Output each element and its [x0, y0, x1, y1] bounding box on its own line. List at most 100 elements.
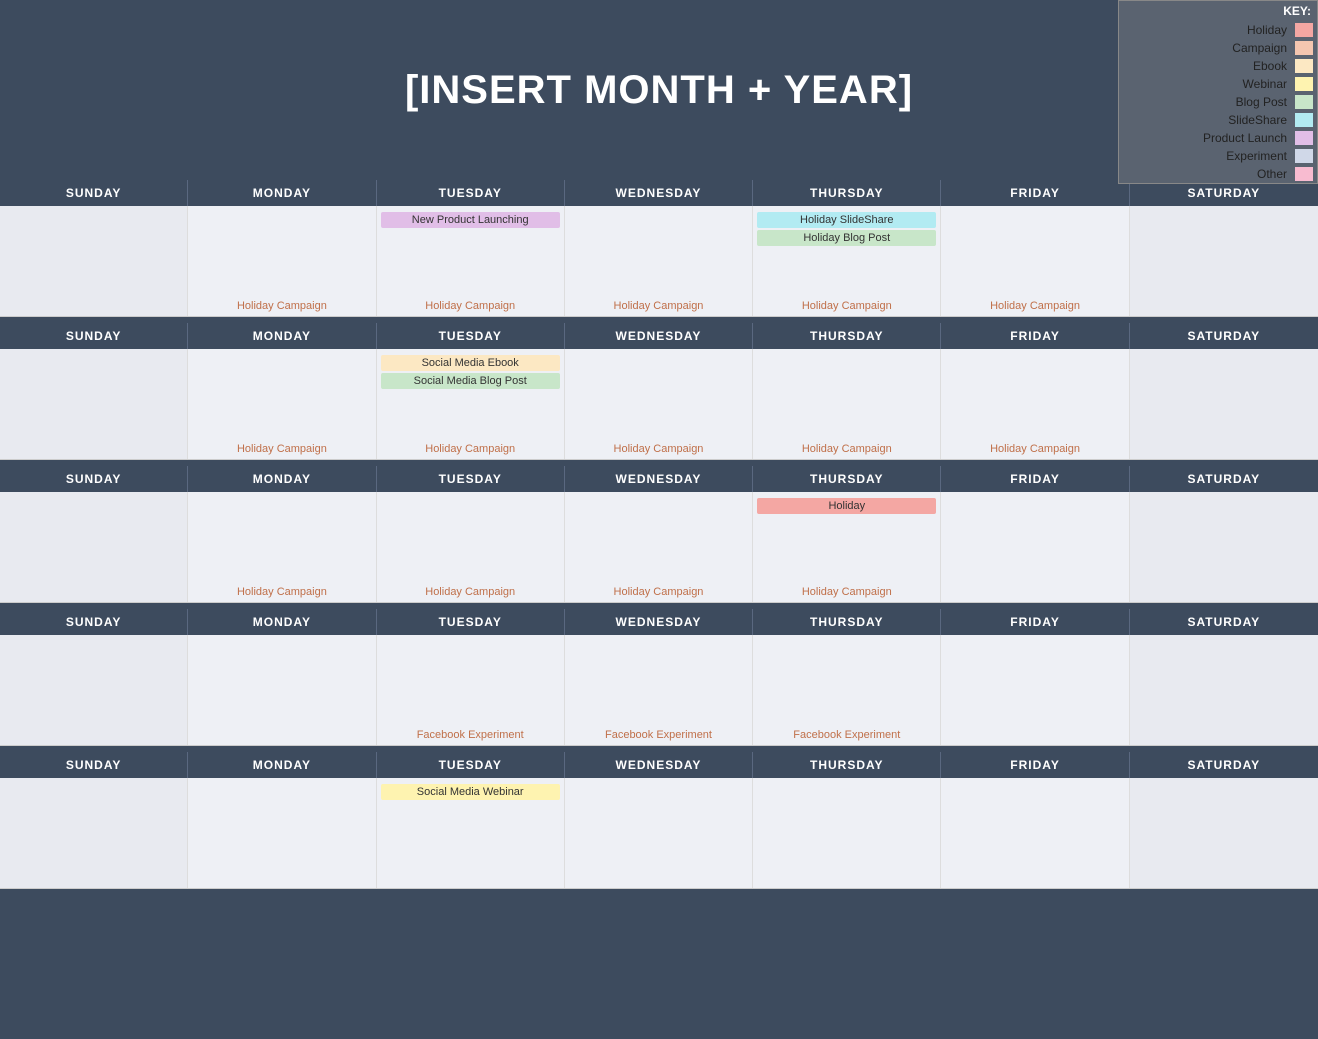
cell-events — [945, 212, 1124, 300]
legend-item: Experiment — [1119, 147, 1317, 165]
legend-item: Webinar — [1119, 75, 1317, 93]
legend-label: Product Launch — [1203, 131, 1287, 145]
calendar-cell: Social Media EbookSocial Media Blog Post… — [377, 349, 565, 459]
cell-footer-label: Holiday Campaign — [569, 300, 748, 312]
day-header-row: SUNDAYMONDAYTUESDAYWEDNESDAYTHURSDAYFRID… — [0, 323, 1318, 349]
legend-color — [1295, 149, 1313, 163]
legend-item: Holiday — [1119, 21, 1317, 39]
legend-item: Other — [1119, 165, 1317, 183]
cell-events: New Product Launching — [381, 212, 560, 300]
day-header: TUESDAY — [377, 752, 565, 778]
day-header: TUESDAY — [377, 609, 565, 635]
calendar-cell — [1130, 492, 1318, 602]
calendar-cell — [1130, 349, 1318, 459]
cell-footer-label: Facebook Experiment — [757, 729, 936, 741]
legend-item: Blog Post — [1119, 93, 1317, 111]
legend-color — [1295, 131, 1313, 145]
calendar-cell: New Product LaunchingHoliday Campaign — [377, 206, 565, 316]
legend-label: Webinar — [1243, 77, 1287, 91]
cell-events — [192, 784, 371, 884]
calendar-cell: Holiday Campaign — [188, 349, 376, 459]
cell-events — [1134, 784, 1314, 884]
legend-color — [1295, 23, 1313, 37]
calendar-cell: Holiday Campaign — [941, 206, 1129, 316]
calendar-cell: Holiday Holiday Campaign — [753, 492, 941, 602]
legend-color — [1295, 113, 1313, 127]
calendar-cell — [941, 492, 1129, 602]
calendar-cell — [941, 778, 1129, 888]
cell-events — [569, 212, 748, 300]
day-header: WEDNESDAY — [565, 323, 753, 349]
day-header: TUESDAY — [377, 180, 565, 206]
cell-footer-label: Holiday Campaign — [945, 300, 1124, 312]
day-header: SUNDAY — [0, 466, 188, 492]
cell-events — [569, 498, 748, 586]
day-header: WEDNESDAY — [565, 752, 753, 778]
cell-events — [945, 498, 1124, 598]
calendar-cell — [1130, 778, 1318, 888]
cell-events — [757, 641, 936, 729]
legend-label: Campaign — [1232, 41, 1287, 55]
calendar: SUNDAYMONDAYTUESDAYWEDNESDAYTHURSDAYFRID… — [0, 180, 1318, 889]
event-tag: New Product Launching — [381, 212, 560, 228]
cell-events — [757, 784, 936, 884]
event-tag: Holiday — [757, 498, 936, 514]
legend-item: SlideShare — [1119, 111, 1317, 129]
cell-events — [192, 498, 371, 586]
day-header: FRIDAY — [941, 609, 1129, 635]
cell-events: Holiday SlideShareHoliday Blog Post — [757, 212, 936, 300]
calendar-cell — [0, 635, 188, 745]
calendar-cell: Holiday Campaign — [753, 349, 941, 459]
legend-label: Ebook — [1253, 59, 1287, 73]
day-header: MONDAY — [188, 752, 376, 778]
week-row: Social Media Webinar — [0, 778, 1318, 889]
cell-events — [381, 498, 560, 586]
event-tag: Social Media Ebook — [381, 355, 560, 371]
cell-footer-label: Holiday Campaign — [381, 443, 560, 455]
calendar-cell — [0, 206, 188, 316]
legend-label: Other — [1257, 167, 1287, 181]
day-header-row: SUNDAYMONDAYTUESDAYWEDNESDAYTHURSDAYFRID… — [0, 609, 1318, 635]
week-row: Holiday Campaign Holiday Campaign Holiday … — [0, 492, 1318, 603]
day-header: TUESDAY — [377, 466, 565, 492]
cell-footer-label: Holiday Campaign — [757, 443, 936, 455]
cell-footer-label: Holiday Campaign — [757, 586, 936, 598]
cell-events — [192, 212, 371, 300]
cell-events: Social Media EbookSocial Media Blog Post — [381, 355, 560, 443]
day-header: MONDAY — [188, 466, 376, 492]
cell-footer-label: Facebook Experiment — [569, 729, 748, 741]
legend-color — [1295, 95, 1313, 109]
cell-footer-label: Holiday Campaign — [757, 300, 936, 312]
week-row: Holiday CampaignNew Product LaunchingHol… — [0, 206, 1318, 317]
day-header: WEDNESDAY — [565, 466, 753, 492]
calendar-cell: Facebook Experiment — [565, 635, 753, 745]
day-header: THURSDAY — [753, 323, 941, 349]
cell-events — [945, 784, 1124, 884]
calendar-cell — [1130, 635, 1318, 745]
calendar-cell: Holiday Campaign — [565, 206, 753, 316]
legend-label: Experiment — [1226, 149, 1287, 163]
day-header: TUESDAY — [377, 323, 565, 349]
calendar-cell — [1130, 206, 1318, 316]
calendar-cell: Holiday Campaign — [188, 492, 376, 602]
day-header: SUNDAY — [0, 323, 188, 349]
cell-events — [569, 641, 748, 729]
cell-events — [945, 641, 1124, 741]
cell-footer-label: Holiday Campaign — [192, 586, 371, 598]
week-row: Facebook ExperimentFacebook ExperimentFa… — [0, 635, 1318, 746]
cell-footer-label: Holiday Campaign — [945, 443, 1124, 455]
cell-events — [4, 641, 183, 741]
legend-color — [1295, 167, 1313, 181]
cell-events — [192, 355, 371, 443]
calendar-cell: Holiday Campaign — [565, 492, 753, 602]
legend-color — [1295, 41, 1313, 55]
calendar-cell — [565, 778, 753, 888]
cell-footer-label: Holiday Campaign — [381, 586, 560, 598]
calendar-cell: Holiday SlideShareHoliday Blog PostHolid… — [753, 206, 941, 316]
day-header: FRIDAY — [941, 323, 1129, 349]
day-header: THURSDAY — [753, 180, 941, 206]
day-header: FRIDAY — [941, 466, 1129, 492]
day-header: THURSDAY — [753, 466, 941, 492]
day-header: SATURDAY — [1130, 609, 1318, 635]
cell-events — [1134, 355, 1314, 455]
